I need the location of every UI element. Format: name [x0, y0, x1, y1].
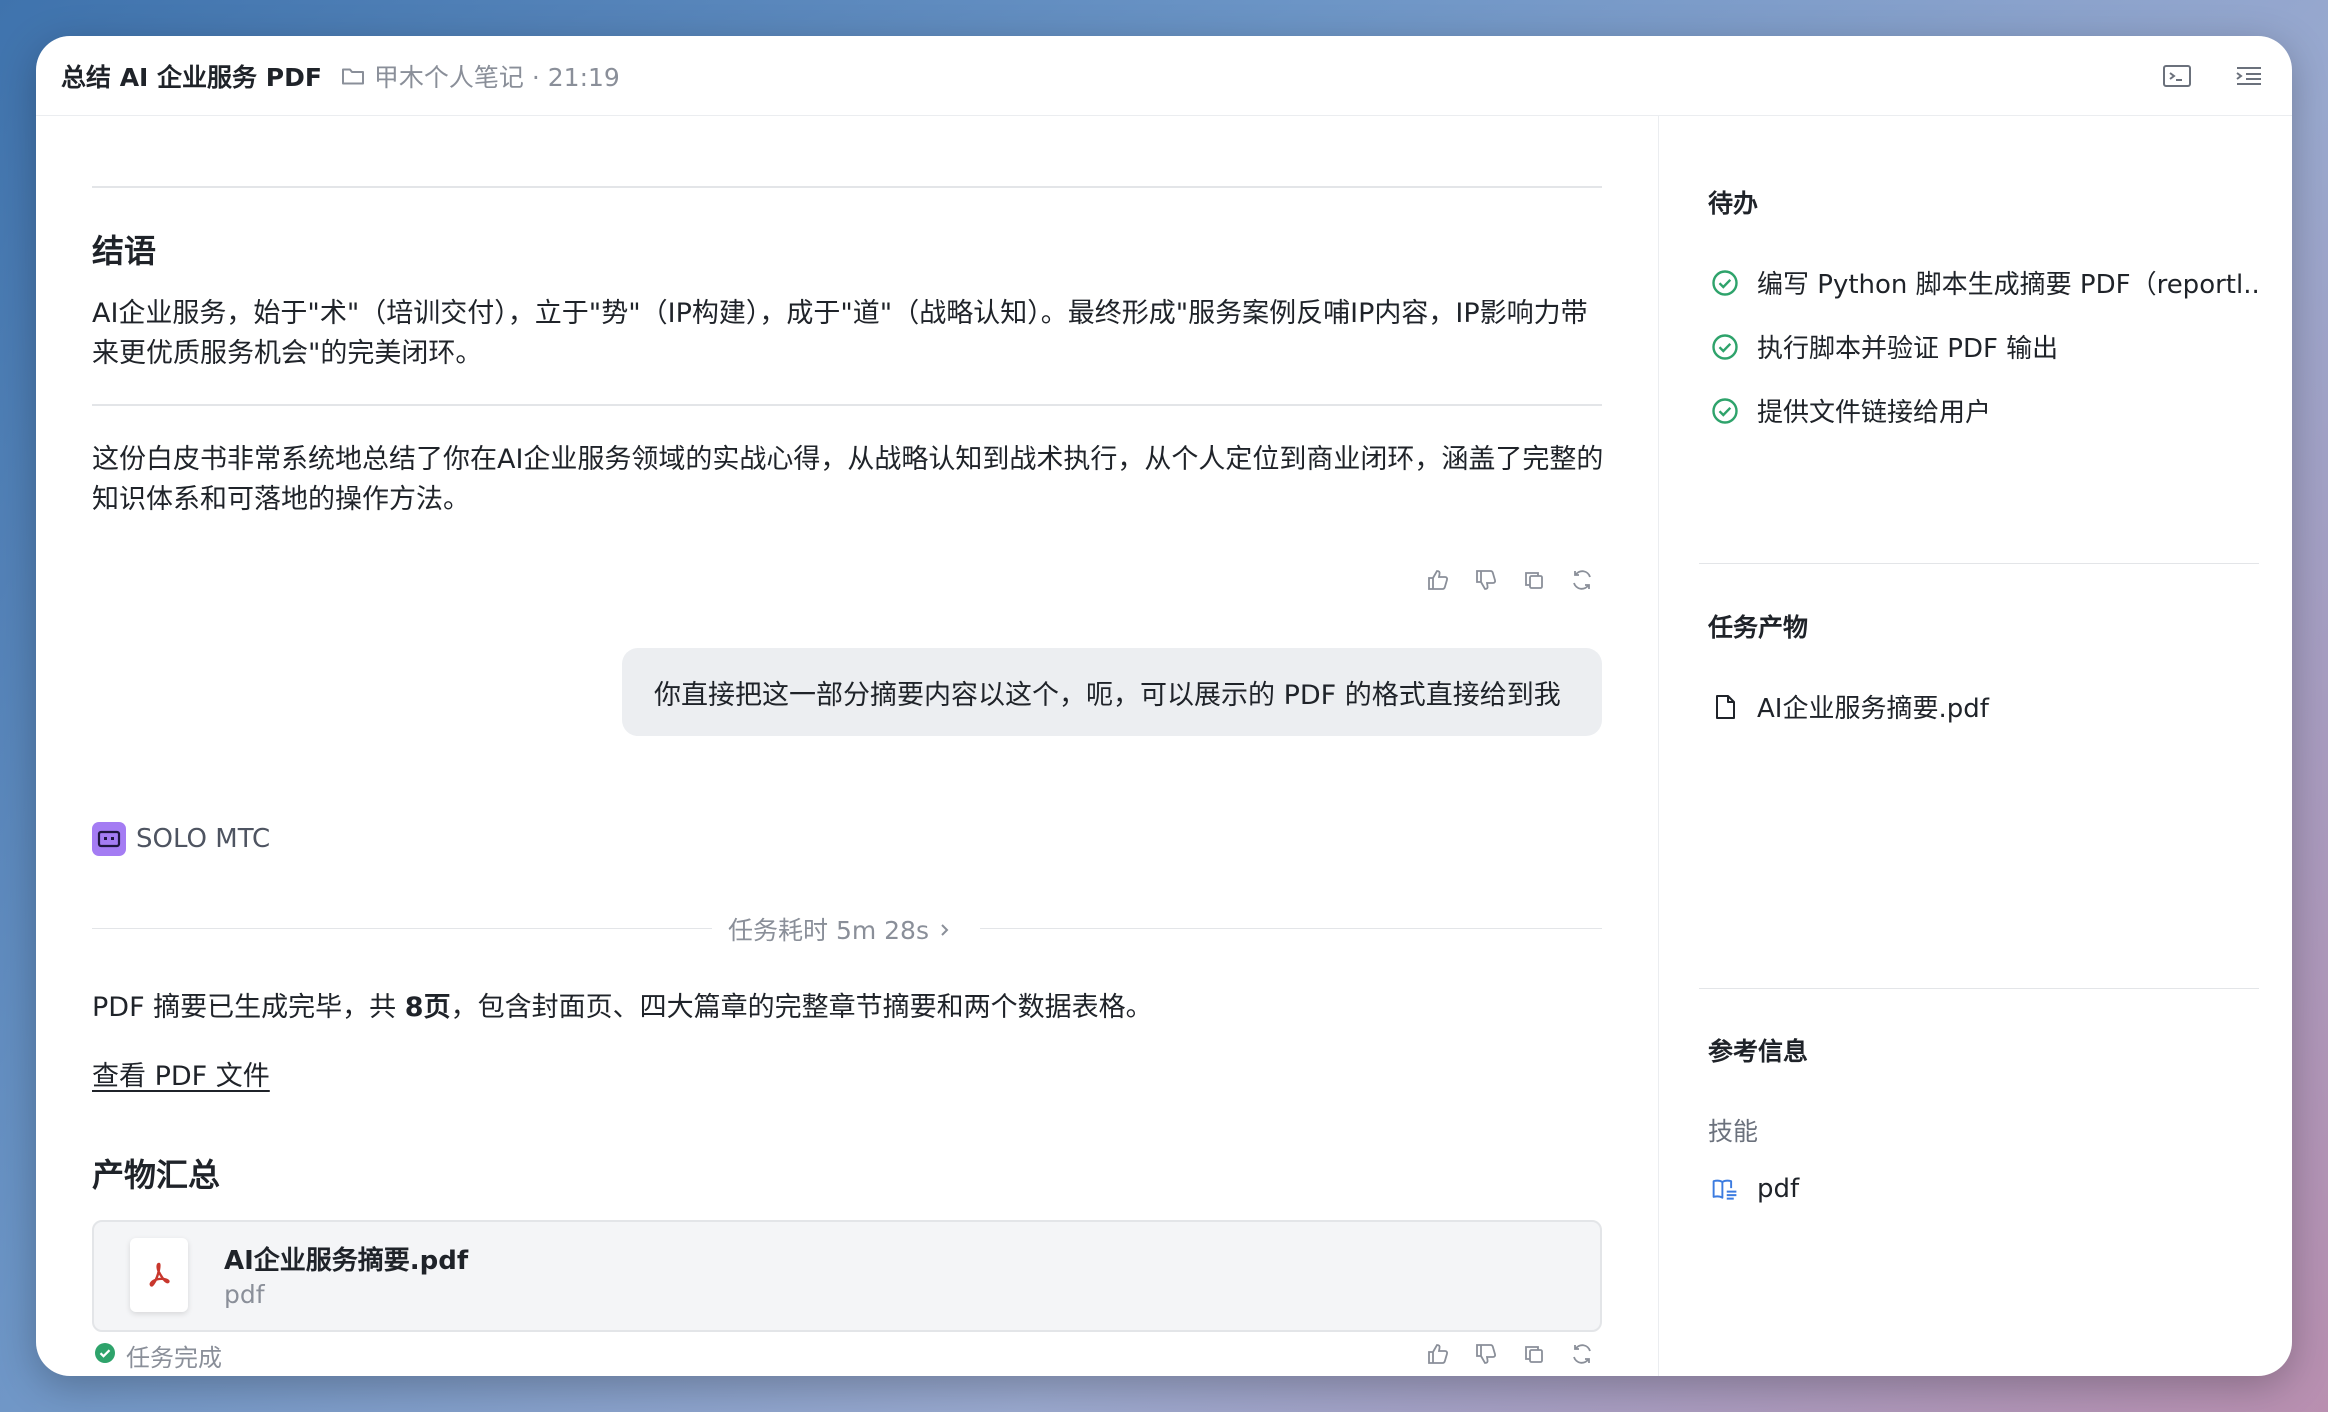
chevron-right-icon: [939, 915, 951, 944]
message-actions: [1426, 1342, 1594, 1366]
file-name: AI企业服务摘要.pdf: [224, 1246, 469, 1276]
thumbs-up-icon[interactable]: [1426, 1342, 1450, 1366]
right-sidebar: 待办 编写 Python 脚本生成摘要 PDF（reportl... 执行脚本并…: [1658, 116, 2292, 1376]
book-icon: [1711, 1175, 1739, 1203]
skill-name: pdf: [1757, 1174, 1800, 1204]
divider: [92, 404, 1602, 406]
page-title: 总结 AI 企业服务 PDF: [61, 62, 322, 92]
check-circle-icon: [94, 1342, 116, 1370]
message-actions: [1426, 568, 1594, 592]
todo-text: 执行脚本并验证 PDF 输出: [1757, 334, 2059, 364]
page-count: 8页: [404, 992, 451, 1023]
divider: [980, 928, 1602, 929]
user-message-bubble: 你直接把这一部分摘要内容以这个，呃，可以展示的 PDF 的格式直接给到我: [622, 648, 1602, 736]
check-circle-icon: [1711, 397, 1739, 425]
todo-text: 编写 Python 脚本生成摘要 PDF（reportl...: [1757, 270, 2257, 300]
copy-icon[interactable]: [1522, 568, 1546, 592]
folder-icon: [340, 63, 366, 89]
conversation-pane[interactable]: 结语 AI企业服务，始于"术"（培训交付），立于"势"（IP构建），成于"道"（…: [36, 116, 1658, 1376]
agent-name: SOLO MTC: [136, 824, 271, 854]
todo-item[interactable]: 执行脚本并验证 PDF 输出: [1711, 328, 2257, 365]
thumbs-down-icon[interactable]: [1474, 568, 1498, 592]
pdf-file-icon: [130, 1238, 188, 1312]
thumbs-up-icon[interactable]: [1426, 568, 1450, 592]
todo-item[interactable]: 编写 Python 脚本生成摘要 PDF（reportl...: [1711, 264, 2257, 301]
result-text-pre: PDF 摘要已生成完毕，共: [92, 992, 405, 1023]
reference-title: 参考信息: [1708, 1037, 1809, 1066]
check-circle-icon: [1711, 333, 1739, 361]
agent-label: SOLO MTC: [92, 822, 270, 856]
file-card[interactable]: AI企业服务摘要.pdf pdf: [92, 1220, 1602, 1332]
view-pdf-link[interactable]: 查看 PDF 文件: [92, 1054, 270, 1093]
agent-avatar: [92, 822, 126, 856]
divider: [92, 928, 712, 929]
terminal-icon[interactable]: [2161, 60, 2193, 92]
file-icon: [1711, 693, 1739, 721]
task-status: 任务完成: [94, 1338, 222, 1373]
regenerate-icon[interactable]: [1570, 1342, 1594, 1366]
result-text: PDF 摘要已生成完毕，共 8页，包含封面页、四大篇章的完整章节摘要和两个数据表…: [92, 988, 1606, 1028]
thumbs-down-icon[interactable]: [1474, 1342, 1498, 1366]
task-status-text: 任务完成: [126, 1344, 222, 1372]
summary-text: 这份白皮书非常系统地总结了你在AI企业服务领域的实战心得，从战略认知到战术执行，…: [92, 444, 1604, 515]
artifact-name: AI企业服务摘要.pdf: [1757, 694, 1989, 724]
file-type: pdf: [224, 1280, 265, 1309]
deliverables-heading: 产物汇总: [92, 1156, 221, 1194]
breadcrumb[interactable]: 甲木个人笔记 · 21:19: [374, 58, 620, 94]
skill-item[interactable]: pdf: [1711, 1174, 1799, 1204]
regenerate-icon[interactable]: [1570, 568, 1594, 592]
user-message-text: 你直接把这一部分摘要内容以这个，呃，可以展示的 PDF 的格式直接给到我: [654, 679, 1561, 711]
check-circle-icon: [1711, 269, 1739, 297]
artifact-item[interactable]: AI企业服务摘要.pdf: [1711, 688, 1989, 725]
app-window: 总结 AI 企业服务 PDF 甲木个人笔记 · 21:19 结语 AI企业服务，…: [36, 36, 2292, 1376]
task-duration[interactable]: 任务耗时 5m 28s: [728, 911, 951, 947]
copy-icon[interactable]: [1522, 1342, 1546, 1366]
conclusion-text: AI企业服务，始于"术"（培训交付），立于"势"（IP构建），成于"道"（战略认…: [92, 298, 1588, 369]
panel-toggle-icon[interactable]: [2233, 60, 2265, 92]
result-text-post: ，包含封面页、四大篇章的完整章节摘要和两个数据表格。: [450, 992, 1153, 1023]
artifacts-title: 任务产物: [1708, 613, 1809, 642]
divider: [1699, 563, 2259, 564]
divider: [92, 186, 1602, 188]
task-duration-text: 任务耗时 5m 28s: [728, 916, 929, 945]
todo-text: 提供文件链接给用户: [1757, 398, 1992, 428]
todo-item[interactable]: 提供文件链接给用户: [1711, 392, 2257, 429]
divider: [1699, 988, 2259, 989]
conclusion-heading: 结语: [92, 232, 157, 270]
skills-label: 技能: [1708, 1117, 1759, 1146]
title-bar: 总结 AI 企业服务 PDF 甲木个人笔记 · 21:19: [36, 36, 2292, 116]
todo-title: 待办: [1708, 189, 1759, 218]
